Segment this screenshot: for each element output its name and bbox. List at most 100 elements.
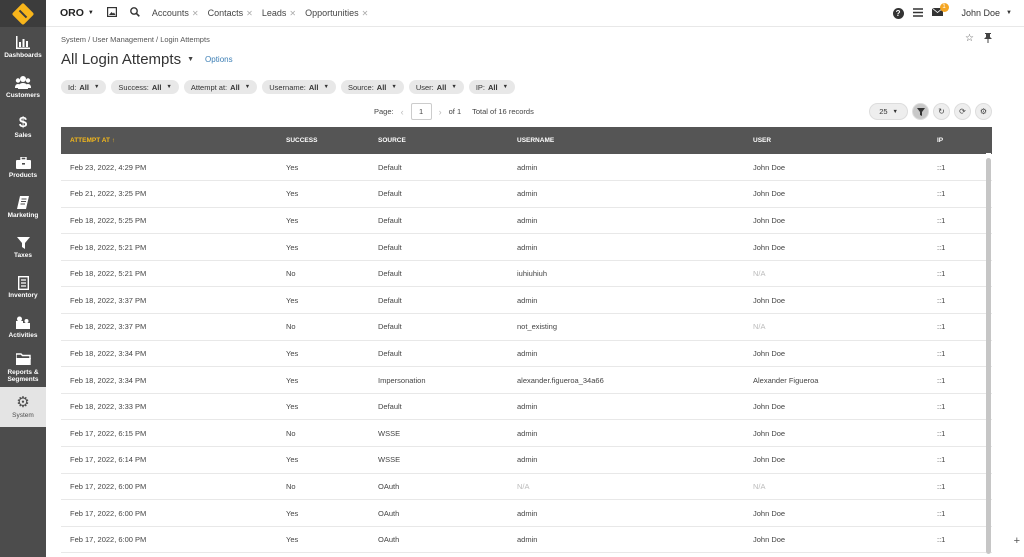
refresh-button[interactable]: ⟳	[954, 103, 971, 120]
sidebar: Dashboards Customers $ Sales Products Ma…	[0, 0, 46, 557]
pin-icon[interactable]	[984, 33, 992, 46]
close-icon[interactable]: ✕	[246, 9, 253, 18]
user-cell: John Doe	[753, 428, 786, 438]
attempt-at-cell: Feb 18, 2022, 3:37 PM	[70, 295, 147, 305]
filter-label: IP:	[475, 82, 485, 92]
sidebar-item-inventory[interactable]: Inventory	[0, 267, 46, 307]
column-header-success[interactable]: SUCCESS	[277, 127, 369, 154]
table-row[interactable]: Feb 23, 2022, 4:29 PM Yes Default admin John…	[61, 154, 992, 181]
page-size-select[interactable]: 25 ▼	[869, 103, 908, 120]
table-row[interactable]: Feb 17, 2022, 6:00 PM Yes OAuth admin John D…	[61, 500, 992, 527]
scrollbar-thumb[interactable]	[986, 158, 991, 554]
sidebar-item-sales[interactable]: $ Sales	[0, 107, 46, 147]
image-icon[interactable]	[106, 6, 117, 20]
page-number-input[interactable]: 1	[410, 103, 432, 120]
chevron-down-icon[interactable]: ▼	[187, 56, 194, 63]
close-icon[interactable]: ✕	[289, 9, 296, 18]
sidebar-item-customers[interactable]: Customers	[0, 67, 46, 107]
source-cell: Impersonation	[378, 375, 426, 385]
ip-cell: ::1	[937, 481, 946, 491]
search-icon[interactable]	[129, 6, 140, 20]
grid-scrollbar[interactable]	[986, 153, 991, 557]
pinned-page[interactable]: Leads ✕	[262, 8, 296, 18]
grid-settings-button[interactable]: ⚙	[975, 103, 992, 120]
page-count: of 1	[448, 107, 462, 116]
reset-button[interactable]: ↻	[933, 103, 950, 120]
pinned-page[interactable]: Accounts ✕	[152, 8, 199, 18]
attempt-at-cell: Feb 21, 2022, 3:25 PM	[70, 189, 147, 199]
table-row[interactable]: Feb 18, 2022, 3:37 PM No Default not_existi…	[61, 314, 992, 341]
filter-username[interactable]: Username: All ▼	[262, 80, 336, 94]
table-row[interactable]: Feb 21, 2022, 3:25 PM Yes Default admin John…	[61, 181, 992, 208]
user-cell: John Doe	[753, 402, 786, 412]
table-row[interactable]: Feb 17, 2022, 6:15 PM No WSSE admin John Doe…	[61, 420, 992, 447]
brand-menu[interactable]: ORO ▼	[60, 7, 94, 19]
filter-success[interactable]: Success: All ▼	[111, 80, 179, 94]
success-cell: Yes	[286, 535, 299, 545]
sidebar-item-products[interactable]: Products	[0, 147, 46, 187]
table-row[interactable]: Feb 18, 2022, 3:33 PM Yes Default admin John…	[61, 393, 992, 420]
sidebar-item-activities[interactable]: Activities	[0, 307, 46, 347]
chevron-right-icon[interactable]: ›	[439, 107, 442, 117]
ip-cell: ::1	[937, 535, 946, 545]
chevron-down-icon: ▼	[166, 84, 172, 90]
sidebar-item-marketing[interactable]: Marketing	[0, 187, 46, 227]
table-row[interactable]: Feb 17, 2022, 6:14 PM Yes WSSE admin John Do…	[61, 447, 992, 474]
filter-id[interactable]: Id: All ▼	[61, 80, 107, 94]
source-cell: OAuth	[378, 535, 400, 545]
mail-icon[interactable]: 1	[931, 2, 949, 19]
column-header-user[interactable]: USER	[744, 127, 928, 154]
filter-source[interactable]: Source: All ▼	[340, 80, 404, 94]
options-link[interactable]: Options	[205, 55, 233, 64]
sidebar-item-label: Inventory	[8, 292, 38, 300]
pinned-page[interactable]: Contacts ✕	[208, 8, 253, 18]
source-cell: Default	[378, 402, 402, 412]
column-header-ip[interactable]: IP	[928, 127, 992, 154]
column-header-source[interactable]: SOURCE	[369, 127, 508, 154]
table-row[interactable]: Feb 18, 2022, 3:34 PM Yes Impersonation ale…	[61, 367, 992, 394]
menu-list-icon[interactable]	[912, 7, 923, 19]
user-cell: John Doe	[753, 162, 786, 172]
logo-icon	[11, 2, 35, 25]
sidebar-item-taxes[interactable]: Taxes	[0, 227, 46, 267]
user-cell: Alexander Figueroa	[753, 375, 819, 385]
close-icon[interactable]: ✕	[362, 9, 369, 18]
login-attempts-grid: ATTEMPT AT ↑ SUCCESS SOURCE USERNAME USE…	[61, 127, 992, 557]
filter-label: Attempt at:	[190, 82, 228, 92]
sidebar-item-dashboards[interactable]: Dashboards	[0, 27, 46, 67]
sidebar-item-reports[interactable]: Reports & Segments	[0, 347, 46, 387]
source-cell: WSSE	[378, 455, 401, 465]
table-row[interactable]: Feb 18, 2022, 3:37 PM Yes Default admin John…	[61, 287, 992, 314]
sidebar-item-label: Dashboards	[4, 52, 42, 60]
close-icon[interactable]: ✕	[192, 9, 199, 18]
filter-toggle-button[interactable]	[912, 103, 929, 120]
success-cell: No	[286, 481, 296, 491]
table-row[interactable]: Feb 18, 2022, 3:34 PM Yes Default admin John…	[61, 340, 992, 367]
plus-icon[interactable]: +	[1014, 535, 1020, 547]
user-cell: John Doe	[753, 535, 786, 545]
ip-cell: ::1	[937, 189, 946, 199]
column-header-username[interactable]: USERNAME	[508, 127, 744, 154]
success-cell: No	[286, 428, 296, 438]
filter-user[interactable]: User: All ▼	[408, 80, 464, 94]
filter-ip[interactable]: IP: All ▼	[468, 80, 516, 94]
table-row[interactable]: Feb 18, 2022, 5:25 PM Yes Default admin John…	[61, 207, 992, 234]
ip-cell: ::1	[937, 322, 946, 332]
table-row[interactable]: Feb 18, 2022, 5:21 PM No Default iuhiuhiuh N…	[61, 260, 992, 287]
table-row[interactable]: Feb 17, 2022, 6:00 PM Yes OAuth admin John D…	[61, 526, 992, 553]
pinned-page-label: Accounts	[151, 8, 189, 18]
star-icon[interactable]: ☆	[965, 33, 974, 46]
filter-attempt-at[interactable]: Attempt at: All ▼	[183, 80, 258, 94]
user-menu[interactable]: John Doe ▼	[962, 8, 1012, 18]
pinned-pages: Accounts ✕ Contacts ✕ Leads ✕ Opportunities…	[152, 8, 368, 18]
column-header-attempt-at[interactable]: ATTEMPT AT ↑	[61, 127, 277, 154]
attempt-at-cell: Feb 18, 2022, 3:34 PM	[70, 348, 147, 358]
pinned-page[interactable]: Opportunities ✕	[305, 8, 368, 18]
table-row[interactable]: Feb 18, 2022, 5:21 PM Yes Default admin John…	[61, 234, 992, 261]
chevron-left-icon[interactable]: ‹	[401, 107, 404, 117]
table-row[interactable]: Feb 17, 2022, 6:00 PM No OAuth N/A N/A::1	[61, 473, 992, 500]
success-cell: Yes	[286, 508, 299, 518]
oro-logo[interactable]	[0, 0, 46, 27]
sidebar-item-system[interactable]: ⚙ System	[0, 387, 46, 427]
help-icon[interactable]: ?	[892, 7, 904, 19]
